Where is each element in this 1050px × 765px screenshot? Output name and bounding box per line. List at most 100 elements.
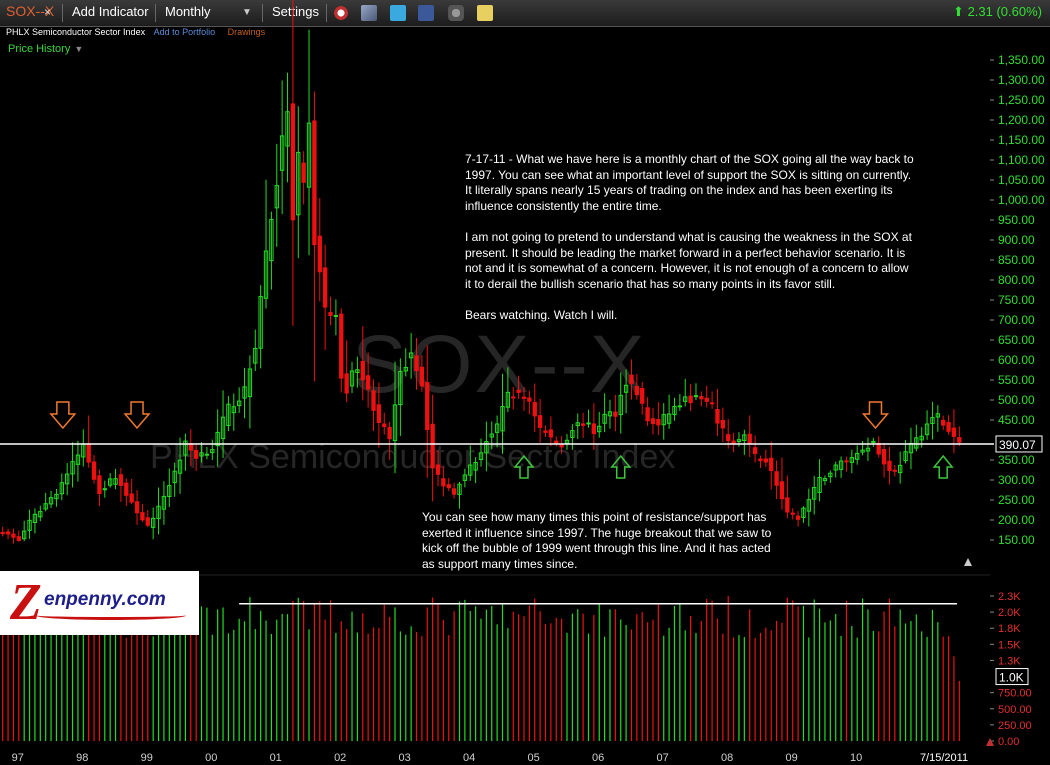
candle-body: [0, 531, 5, 535]
time-tick-label: 07: [657, 752, 669, 764]
candle-body: [537, 415, 543, 428]
annotation-paragraph: Bears watching. Watch I will.: [465, 307, 618, 322]
candle-body: [650, 418, 656, 425]
support-arrow-up: [513, 454, 535, 479]
time-tick-label: 06: [592, 752, 604, 764]
price-tick-label: 350.00: [998, 453, 1035, 467]
time-tick-label: 97: [12, 752, 24, 764]
volume-tick-label: 750.00: [998, 688, 1032, 700]
scroll-up-icon: [964, 558, 972, 566]
candle-body: [645, 407, 650, 422]
candle-body: [715, 408, 720, 424]
resistance-arrow-down: [49, 401, 77, 430]
candle-body: [365, 375, 371, 390]
scroll-up-icon: [986, 738, 994, 746]
candle-body: [554, 440, 559, 444]
candle-body: [430, 423, 435, 469]
price-axis: 150.00 200.00 250.00 300.00 350.00 450.00 500.…: [964, 53, 1045, 566]
candle-body: [322, 267, 328, 308]
price-tick-label: 1,200.00: [998, 113, 1045, 127]
candle-body: [677, 405, 683, 408]
candle-body: [301, 162, 306, 183]
price-tick-label: 450.00: [998, 413, 1035, 427]
candle-body: [591, 423, 597, 435]
candle-body: [446, 484, 451, 489]
candle-body: [425, 382, 430, 431]
annotation-paragraph: 7-17-11 - What we have here is a monthly…: [465, 152, 914, 213]
price-tick-label: 650.00: [998, 333, 1035, 347]
price-tick-label: 1,250.00: [998, 93, 1045, 107]
logo-text: enpenny.com: [44, 589, 166, 610]
time-axis: 97 98 99 00 01 02 03 04 05 06 07 08 09 10 7/15/2011: [12, 752, 968, 764]
candle-body: [387, 426, 392, 440]
candle-body: [145, 517, 150, 526]
time-tick-label: 04: [463, 752, 475, 764]
candle-body: [774, 471, 779, 486]
candle-body: [91, 461, 97, 480]
candle-body: [527, 397, 532, 402]
candle-body: [376, 404, 382, 423]
candle-body: [333, 314, 339, 317]
candle-body: [957, 437, 962, 443]
candle-body: [559, 444, 564, 448]
candle-body: [543, 430, 548, 433]
logo-swoosh: [36, 611, 186, 620]
candle-body: [790, 512, 795, 515]
logo-letter: Z: [10, 574, 42, 631]
annotation-text-main: 7-17-11 - What we have here is a monthly…: [465, 152, 915, 339]
time-tick-label: 00: [205, 752, 217, 764]
candle-body: [844, 460, 849, 463]
candle-body: [693, 395, 699, 398]
candle-body: [140, 512, 145, 521]
candle-body: [688, 395, 693, 404]
candle-body: [881, 449, 887, 465]
candle-body: [97, 475, 102, 495]
candle-body: [586, 422, 591, 425]
candle-body: [317, 235, 322, 273]
candle-body: [709, 402, 715, 405]
price-tick-label: 250.00: [998, 493, 1035, 507]
time-tick-label: 99: [141, 752, 153, 764]
price-tick-label: 500.00: [998, 393, 1035, 407]
candle-body: [532, 401, 537, 417]
volume-tick-label: 2.0K: [998, 607, 1021, 619]
volume-tick-label: 500.00: [998, 704, 1032, 716]
price-tick-label: 1,000.00: [998, 193, 1045, 207]
time-tick-label: 10: [850, 752, 862, 764]
last-price-label: 390.07: [999, 438, 1036, 452]
candle-body: [946, 421, 951, 432]
candle-body: [629, 374, 634, 384]
price-tick-label: 900.00: [998, 233, 1035, 247]
volume-tick-label: 1.5K: [998, 639, 1021, 651]
volume-tick-label: 2.3K: [998, 591, 1021, 603]
candle-body: [699, 395, 704, 400]
support-arrow-up: [932, 454, 954, 479]
current-volume-label: 1.0K: [999, 671, 1024, 685]
candle-body: [118, 474, 124, 486]
candle-body: [344, 373, 349, 394]
candle-body: [511, 396, 516, 399]
candle-body: [16, 536, 21, 541]
price-tick-label: 800.00: [998, 273, 1035, 287]
annotation-arrows: [49, 401, 954, 479]
price-tick-label: 1,350.00: [998, 53, 1045, 67]
candle-body: [11, 533, 16, 538]
resistance-arrow-down: [861, 401, 890, 430]
price-tick-label: 700.00: [998, 313, 1035, 327]
candle-body: [435, 464, 441, 475]
candle-body: [656, 418, 661, 426]
resistance-arrow-down: [123, 401, 151, 430]
candle-body: [769, 457, 774, 472]
candle-body: [290, 103, 296, 221]
time-tick-label: 09: [786, 752, 798, 764]
time-tick-label: 03: [399, 752, 411, 764]
candle-body: [951, 427, 957, 437]
candle-body: [758, 458, 763, 462]
annotation-paragraph: I am not going to pretend to understand …: [465, 229, 912, 291]
candle-body: [419, 366, 425, 387]
candle-body: [516, 389, 521, 393]
price-chart[interactable]: 150.00 200.00 250.00 300.00 350.00 450.00 500.…: [0, 0, 1050, 765]
price-tick-label: 1,100.00: [998, 153, 1045, 167]
candle-body: [752, 447, 758, 455]
zenpenny-logo: Z enpenny.com: [0, 571, 199, 635]
